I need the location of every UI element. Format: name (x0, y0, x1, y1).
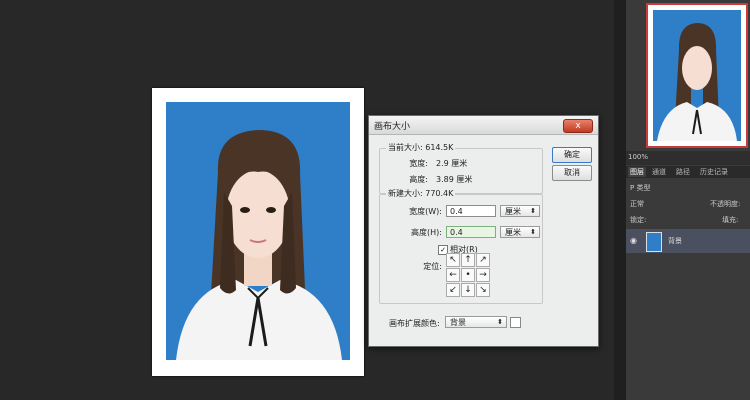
anchor-bottom-left[interactable]: ↙ (446, 283, 460, 297)
chevron-updown-icon: ⬍ (497, 318, 503, 326)
fill-label: 填充: (722, 216, 739, 224)
panel-divider[interactable] (614, 0, 626, 400)
lock-row[interactable]: 锁定: 填充: (626, 212, 750, 226)
blend-row[interactable]: 正常 不透明度: (626, 196, 750, 210)
current-height-value: 3.89 厘米 (436, 175, 473, 184)
new-width-label: 宽度(W): (409, 207, 442, 216)
extension-color-value: 背景 (450, 318, 466, 327)
tab-layers[interactable]: 图层 (628, 167, 646, 177)
tab-history[interactable]: 历史记录 (700, 167, 728, 177)
tab-paths[interactable]: 路径 (676, 167, 690, 177)
ok-button[interactable]: 确定 (552, 147, 592, 163)
layer-row-background[interactable]: ◉ 背景 (626, 229, 750, 253)
anchor-top[interactable]: ↑ (461, 253, 475, 267)
navigator-thumbnail (653, 10, 741, 141)
anchor-grid: ↖ ↑ ↗ ← • → ↙ ↓ ↘ (446, 253, 491, 298)
eye-icon[interactable]: ◉ (630, 236, 637, 245)
height-input[interactable]: 0.4 (446, 226, 496, 238)
anchor-center[interactable]: • (461, 268, 475, 282)
extension-color-select[interactable]: 背景 ⬍ (445, 316, 507, 328)
id-photo (152, 88, 364, 376)
new-height-label: 高度(H): (411, 228, 442, 237)
layer-thumbnail (646, 232, 662, 252)
person-portrait (176, 130, 342, 360)
width-input[interactable]: 0.4 (446, 205, 496, 217)
extension-color-label: 画布扩展颜色: (389, 319, 440, 328)
blend-mode: 正常 (630, 200, 644, 208)
dialog-title: 画布大小 (374, 122, 411, 132)
lock-label: 锁定: (630, 216, 647, 224)
anchor-left[interactable]: ← (446, 268, 460, 282)
filter-kind: P 类型 (630, 184, 651, 192)
panel-tabs: 图层 通道 路径 历史记录 (626, 166, 750, 178)
cancel-button[interactable]: 取消 (552, 165, 592, 181)
anchor-right[interactable]: → (476, 268, 490, 282)
extension-color-swatch[interactable] (510, 317, 521, 328)
current-width-value: 2.9 厘米 (436, 159, 468, 168)
current-height-label: 高度: (409, 175, 428, 184)
chevron-updown-icon: ⬍ (530, 228, 536, 236)
close-button[interactable]: x (563, 119, 593, 133)
anchor-top-left[interactable]: ↖ (446, 253, 460, 267)
tab-channels[interactable]: 通道 (652, 167, 666, 177)
current-size-legend: 当前大小: 614.5K (386, 142, 456, 153)
canvas-size-dialog: 画布大小 x 当前大小: 614.5K 宽度: 2.9 厘米 高度: 3.89 … (368, 115, 599, 347)
width-unit-value: 厘米 (505, 207, 521, 216)
chevron-updown-icon: ⬍ (530, 207, 536, 215)
height-unit-select[interactable]: 厘米 ⬍ (500, 226, 540, 238)
right-panel: 100% 图层 通道 路径 历史记录 P 类型 正常 不透明度: 锁定: 填充:… (626, 0, 750, 400)
current-width-label: 宽度: (409, 159, 428, 168)
dialog-titlebar[interactable]: 画布大小 x (369, 116, 598, 135)
zoom-level: 100% (628, 153, 649, 161)
navigator-portrait (657, 23, 737, 141)
new-size-legend: 新建大小: 770.4K (386, 188, 456, 199)
opacity-label: 不透明度: (710, 200, 741, 208)
layer-filter-row[interactable]: P 类型 (626, 180, 750, 194)
layer-name: 背景 (668, 237, 682, 245)
navigator-preview[interactable] (646, 3, 748, 148)
anchor-top-right[interactable]: ↗ (476, 253, 490, 267)
anchor-bottom-right[interactable]: ↘ (476, 283, 490, 297)
height-unit-value: 厘米 (505, 228, 521, 237)
anchor-label: 定位: (423, 262, 442, 271)
anchor-bottom[interactable]: ↓ (461, 283, 475, 297)
photo-blue-background (166, 102, 350, 360)
zoom-bar[interactable]: 100% (626, 151, 750, 165)
width-unit-select[interactable]: 厘米 ⬍ (500, 205, 540, 217)
